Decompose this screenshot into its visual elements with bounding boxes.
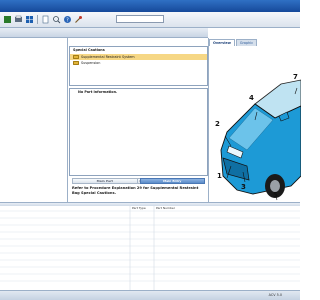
left-pane	[0, 38, 68, 216]
tab-overview[interactable]: Overview	[209, 39, 235, 46]
title-bar	[0, 0, 300, 12]
grid-icon[interactable]	[25, 15, 34, 24]
caution-item[interactable]: Suspension	[70, 60, 207, 66]
svg-text:?: ?	[66, 17, 69, 23]
toolbar: ?	[0, 12, 300, 28]
main-entry-button[interactable]: Main Entry	[139, 178, 205, 184]
graphic-pane: Overview Graphic 2 4 7 1 3 5	[208, 38, 301, 216]
left-panel-header	[0, 28, 69, 38]
help-icon[interactable]: ?	[63, 15, 72, 24]
home-icon[interactable]	[3, 15, 12, 24]
parts-grid: Part Type Part Number	[0, 206, 300, 290]
folder-icon	[73, 61, 79, 65]
callout-5: 5	[273, 191, 278, 199]
graphic-tabs: Overview Graphic	[209, 39, 258, 46]
document-icon[interactable]	[41, 15, 50, 24]
callout-3: 3	[241, 183, 246, 191]
special-cautions-header: Special Cautions	[73, 48, 105, 52]
middle-pane: Special Cautions Supplemental Restraint …	[69, 42, 208, 217]
callout-4: 4	[249, 94, 254, 102]
status-bar: ACV 5.0	[0, 290, 300, 300]
print-icon[interactable]	[14, 15, 23, 24]
procedure-text: Main Part Main Entry Refer to Procedure …	[69, 178, 208, 199]
entry-buttons: Main Part Main Entry	[72, 178, 205, 184]
callout-1: 1	[217, 172, 222, 180]
status-text: ACV 5.0	[268, 293, 282, 297]
special-cautions-panel: Special Cautions Supplemental Restraint …	[69, 46, 208, 86]
toolbar-separator	[37, 15, 38, 24]
caution-label: Supplemental Restraint System	[81, 55, 135, 59]
caution-label: Suspension	[81, 61, 101, 65]
part-info-panel: No Part Information.	[69, 88, 208, 176]
no-part-info: No Part Information.	[78, 90, 118, 94]
grid-lines	[0, 206, 300, 290]
car-illustration	[220, 79, 301, 201]
callout-2: 2	[215, 120, 220, 128]
search-input[interactable]	[116, 15, 164, 23]
tab-graphic[interactable]: Graphic	[235, 39, 258, 46]
tools-icon[interactable]	[74, 15, 83, 24]
folder-icon	[73, 55, 79, 59]
callout-7: 7	[293, 73, 298, 81]
main-part-button[interactable]: Main Part	[72, 178, 138, 184]
middle-panel-header	[69, 28, 208, 38]
search-icon[interactable]	[52, 15, 61, 24]
procedure-text-body: Refer to Procedure Explanation 29 for Su…	[72, 186, 199, 195]
